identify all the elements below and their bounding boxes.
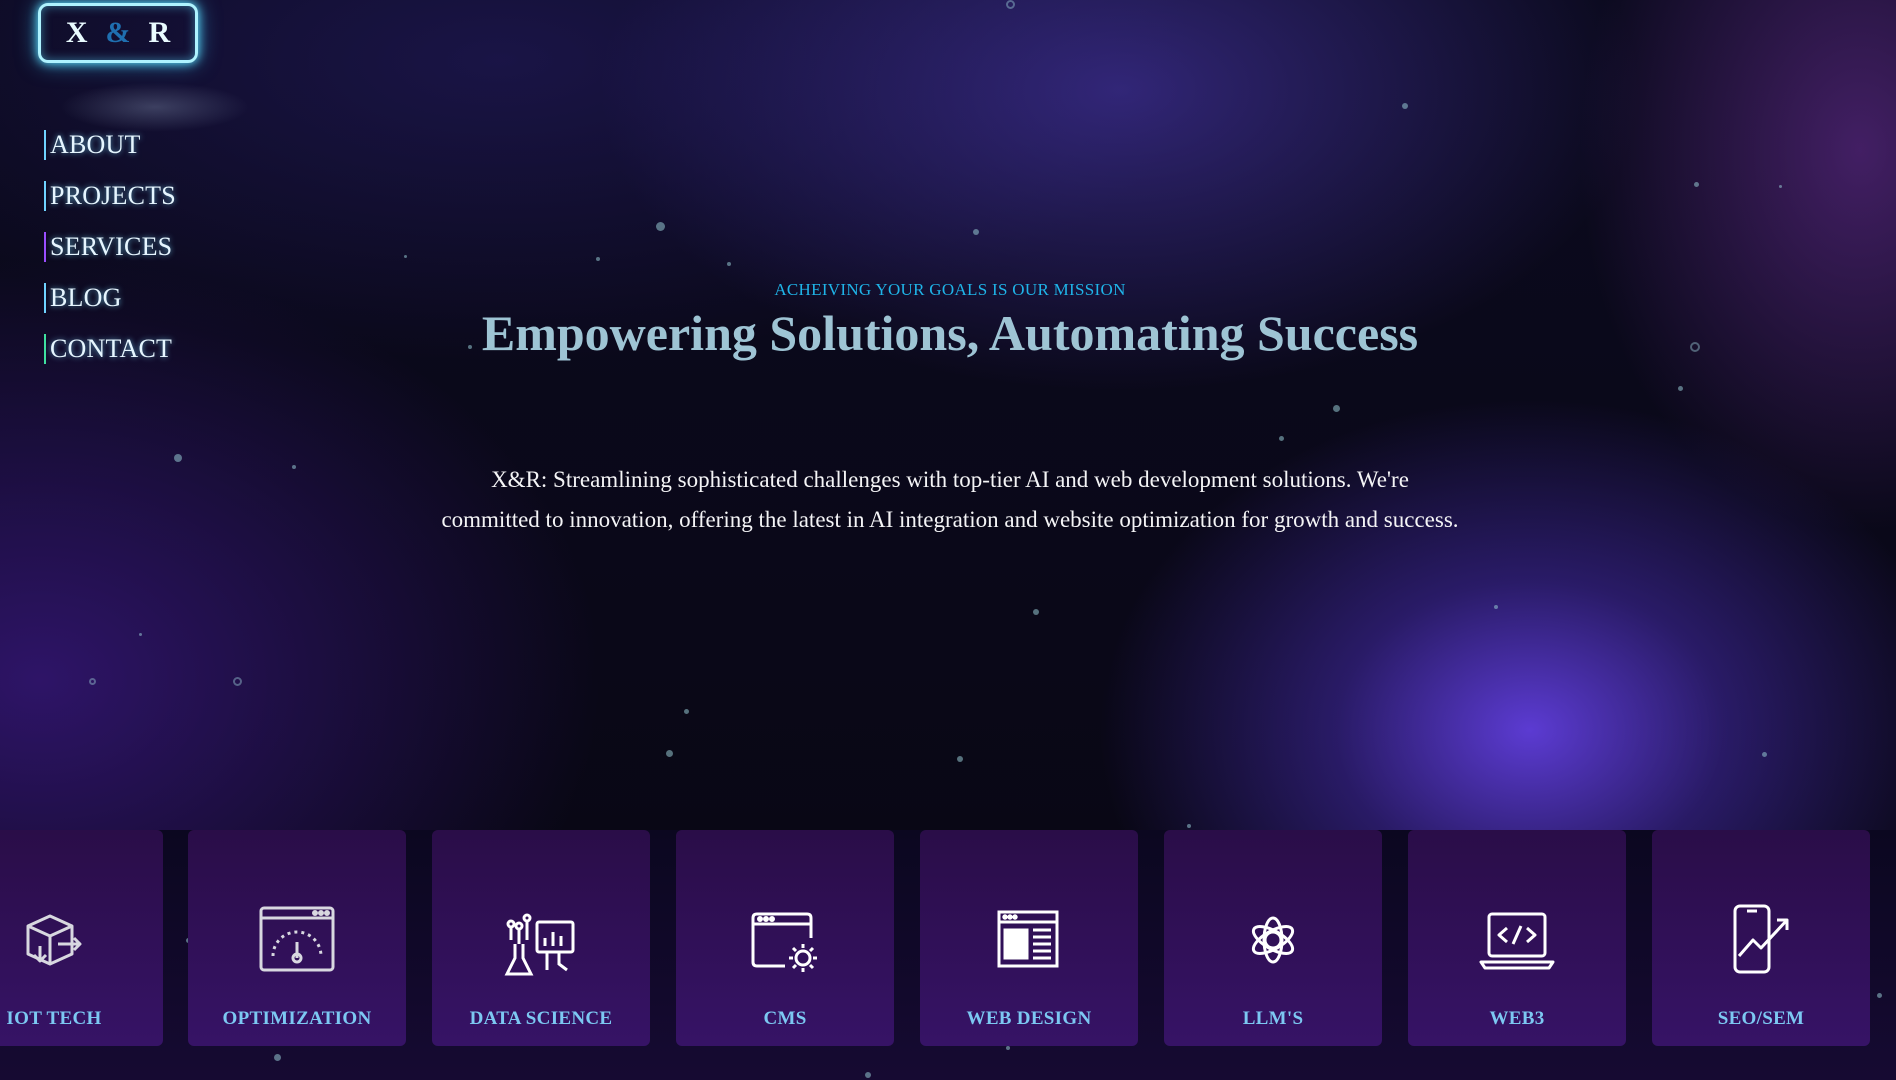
- service-card-label: IOT TECH: [6, 1008, 102, 1029]
- star-dot: [1332, 404, 1340, 412]
- service-card-cms[interactable]: CMS: [676, 830, 894, 1046]
- service-card-label: WEB DESIGN: [966, 1008, 1092, 1029]
- star-dot: [1187, 824, 1191, 828]
- openai-icon: [1233, 900, 1313, 980]
- service-card-web-design[interactable]: WEB DESIGN: [920, 830, 1138, 1046]
- laptop-code-icon: [1477, 900, 1557, 980]
- phone-growth-icon: [1721, 900, 1801, 980]
- star-dot: [1778, 184, 1782, 188]
- star-dot: [232, 676, 242, 686]
- star-dot: [1693, 181, 1699, 187]
- star-dot: [973, 229, 979, 235]
- star-dot: [957, 756, 963, 762]
- service-card-web3[interactable]: WEB3: [1408, 830, 1626, 1046]
- star-dot: [665, 749, 673, 757]
- star-dot: [655, 221, 665, 231]
- hero-description: X&R: Streamlining sophisticated challeng…: [441, 467, 1459, 532]
- star-dot: [1005, 0, 1015, 9]
- service-card-llms[interactable]: LLM'S: [1164, 830, 1382, 1046]
- nav-item-blog[interactable]: BLOG: [44, 283, 176, 313]
- logo-letter-r: R: [148, 16, 171, 49]
- web-layout-icon: [989, 900, 1069, 980]
- star-dot: [1006, 1046, 1010, 1050]
- hero-tagline: ACHEIVING YOUR GOALS IS OUR MISSION: [774, 280, 1126, 299]
- star-dot: [1402, 103, 1408, 109]
- service-card-optimization[interactable]: OPTIMIZATION: [188, 830, 406, 1046]
- hero-headline: Empowering Solutions, Automating Success: [481, 305, 1419, 361]
- cube-icon: [14, 900, 94, 980]
- star-dot: [174, 454, 182, 462]
- star-dot: [1690, 342, 1700, 352]
- service-card-data-science[interactable]: DATA SCIENCE: [432, 830, 650, 1046]
- nav-item-contact[interactable]: CONTACT: [44, 334, 176, 364]
- logo-ampersand: &: [105, 16, 131, 49]
- star-dot: [865, 1072, 871, 1078]
- star-dot: [1278, 435, 1284, 441]
- service-card-label: SEO/SEM: [1717, 1008, 1805, 1029]
- service-card-label: WEB3: [1489, 1008, 1545, 1029]
- service-card-seo-sem[interactable]: SEO/SEM: [1652, 830, 1870, 1046]
- star-dot: [88, 677, 96, 685]
- browser-gear-icon: [745, 900, 825, 980]
- speedometer-icon: [257, 900, 337, 980]
- star-dot: [138, 632, 142, 636]
- star-dot: [292, 465, 296, 469]
- star-dot: [1494, 605, 1498, 609]
- nav-item-projects[interactable]: PROJECTS: [44, 181, 176, 211]
- nav-item-about[interactable]: ABOUT: [44, 130, 176, 160]
- logo-letter-x: X: [65, 16, 88, 49]
- service-card-label: CMS: [763, 1008, 807, 1029]
- data-science-icon: [501, 900, 581, 980]
- star-dot: [403, 254, 407, 258]
- service-card-label: DATA SCIENCE: [469, 1008, 613, 1029]
- services-carousel: IOT TECH OPTIMIZATION DATA SCIENCE CMS W…: [0, 830, 1896, 1046]
- logo-glow: [60, 82, 250, 132]
- star-dot: [727, 262, 731, 266]
- logo[interactable]: X & R: [38, 3, 198, 63]
- service-card-iot-tech[interactable]: IOT TECH: [0, 830, 163, 1046]
- star-dot: [1677, 385, 1683, 391]
- star-dot: [1033, 609, 1039, 615]
- main-nav: ABOUT PROJECTS SERVICES BLOG CONTACT: [44, 130, 176, 385]
- star-dot: [1761, 751, 1767, 757]
- star-dot: [596, 257, 600, 261]
- nav-item-services[interactable]: SERVICES: [44, 232, 176, 262]
- star-dot: [273, 1053, 281, 1061]
- service-card-label: LLM'S: [1242, 1008, 1304, 1029]
- hero: ACHEIVING YOUR GOALS IS OUR MISSION Empo…: [440, 280, 1460, 362]
- star-dot: [683, 708, 689, 714]
- service-card-label: OPTIMIZATION: [222, 1008, 372, 1029]
